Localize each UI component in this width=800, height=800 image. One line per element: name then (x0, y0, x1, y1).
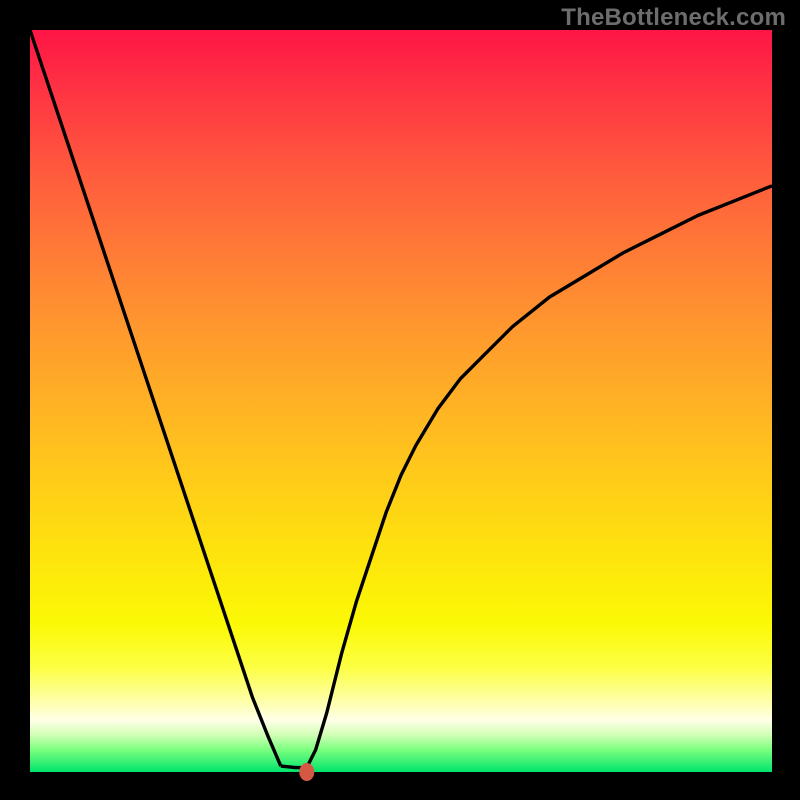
chart-svg (30, 30, 772, 772)
marker-point (299, 763, 314, 781)
chart-container: TheBottleneck.com (0, 0, 800, 800)
plot-area (30, 30, 772, 772)
curve-left-branch (30, 30, 281, 766)
watermark-text: TheBottleneck.com (561, 4, 786, 32)
curve-right-branch (307, 186, 772, 768)
